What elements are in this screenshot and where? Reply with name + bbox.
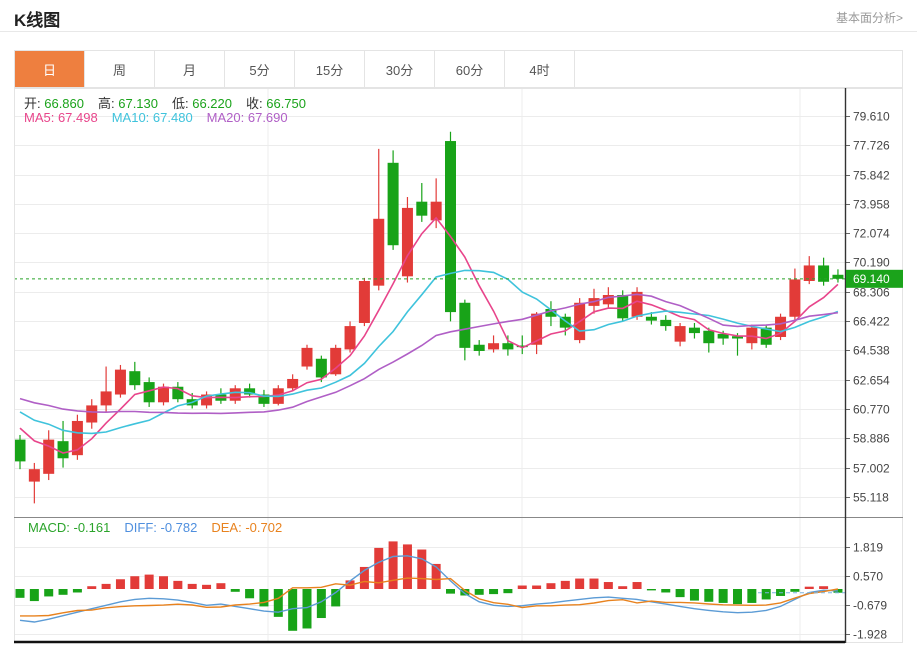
svg-text:77.726: 77.726	[853, 139, 890, 153]
grid-lines	[14, 88, 845, 643]
macd-legend: MACD: -0.161 DIFF: -0.782 DEA: -0.702	[28, 520, 296, 535]
chart-frame	[15, 89, 903, 643]
ma10-line	[20, 270, 838, 433]
svg-text:0.570: 0.570	[853, 570, 883, 584]
candlestick-pane[interactable]	[14, 132, 845, 504]
svg-text:70.190: 70.190	[853, 256, 890, 270]
svg-text:69.140: 69.140	[853, 272, 890, 286]
kline-page: 79.61077.72675.84273.95872.07470.19068.3…	[0, 0, 917, 647]
ma-legend: MA5: 67.498 MA10: 67.480 MA20: 67.690	[24, 110, 302, 125]
dea-line	[20, 578, 838, 616]
legend-item: MA20: 67.690	[207, 110, 288, 125]
svg-text:-0.679: -0.679	[853, 599, 887, 613]
svg-text:79.610: 79.610	[853, 110, 890, 124]
ma5-line	[20, 218, 838, 453]
ma20-line	[20, 294, 838, 413]
svg-text:62.654: 62.654	[853, 374, 890, 388]
legend-item: MACD: -0.161	[28, 520, 110, 535]
svg-text:57.002: 57.002	[853, 462, 890, 476]
macd-pane[interactable]	[16, 541, 846, 630]
svg-text:58.886: 58.886	[853, 432, 890, 446]
legend-item: 低: 66.220	[172, 96, 232, 111]
legend-item: MA5: 67.498	[24, 110, 98, 125]
svg-text:64.538: 64.538	[853, 344, 890, 358]
svg-text:66.422: 66.422	[853, 315, 890, 329]
svg-text:-1.928: -1.928	[853, 628, 887, 642]
legend-item: MA10: 67.480	[112, 110, 193, 125]
legend-item: DIFF: -0.782	[124, 520, 197, 535]
legend-item: 高: 67.130	[98, 96, 158, 111]
legend-item: 开: 66.860	[24, 96, 84, 111]
axis-labels: 79.61077.72675.84273.95872.07470.19068.3…	[14, 88, 903, 643]
svg-text:60.770: 60.770	[853, 403, 890, 417]
svg-text:72.074: 72.074	[853, 227, 890, 241]
legend-item: 收: 66.750	[246, 96, 306, 111]
diff-line	[20, 556, 838, 622]
svg-text:75.842: 75.842	[853, 169, 890, 183]
svg-text:55.118: 55.118	[853, 491, 889, 505]
legend-item: DEA: -0.702	[211, 520, 282, 535]
last-price-badge: 69.140	[846, 270, 903, 288]
svg-text:1.819: 1.819	[853, 541, 883, 555]
svg-text:73.958: 73.958	[853, 198, 890, 212]
